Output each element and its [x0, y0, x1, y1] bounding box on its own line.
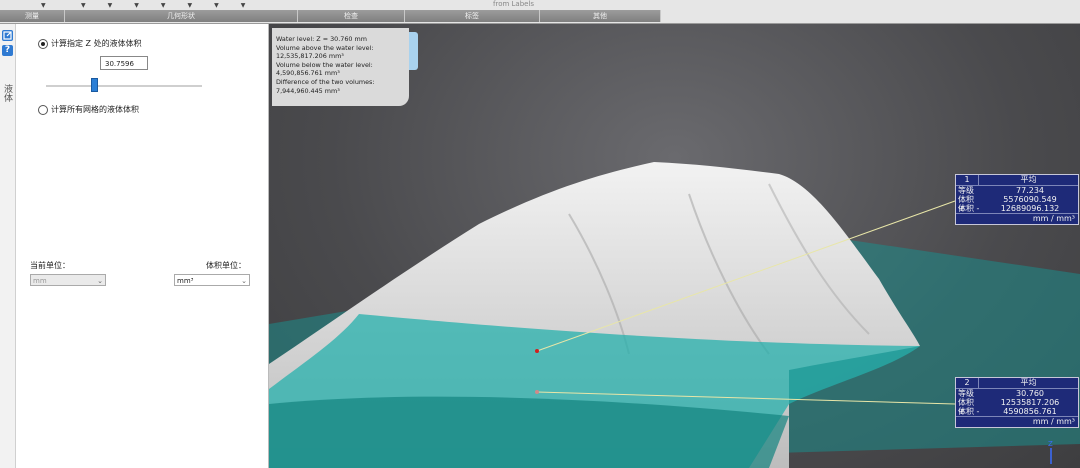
ribbon-group-measure: 测量 — [0, 10, 65, 22]
label-unit: mm / mm³ — [956, 416, 1078, 427]
label-value: 5576090.549 — [1003, 195, 1057, 204]
dropdown-arrow-icon[interactable]: ▼ — [41, 2, 46, 9]
liquid-volume-panel: 计算指定 Z 处的液体体积 30.7596 计算所有网格的液体体积 当前单位： … — [16, 24, 269, 468]
radio-unselected-icon[interactable] — [38, 104, 48, 115]
volume-label-1[interactable]: 1 平均 等级 77.234 体积 + 5576090.549 体积 - 126890… — [955, 174, 1079, 225]
info-line: Volume above the water level: — [276, 43, 374, 52]
label-value: 77.234 — [1016, 186, 1044, 195]
current-unit-select: mm ⌄ — [30, 274, 106, 286]
ribbon-group-geometry: 几何形状 — [65, 10, 298, 22]
volume-unit-value: mm³ — [177, 277, 194, 285]
info-line: 4,590,856.761 mm³ — [276, 69, 340, 78]
dropdown-arrow-icon[interactable]: ▼ — [188, 2, 193, 9]
z-slider-thumb[interactable] — [90, 78, 98, 92]
volume-unit-select[interactable]: mm³ ⌄ — [174, 274, 250, 286]
option-volume-at-z-label: 计算指定 Z 处的液体体积 — [51, 39, 142, 48]
marker-point-1[interactable] — [535, 349, 539, 353]
z-value-input[interactable]: 30.7596 — [100, 56, 148, 70]
marker-point-2[interactable] — [535, 390, 539, 394]
dropdown-arrow-icon[interactable]: ▼ — [108, 2, 113, 9]
label-key: 体积 - — [958, 204, 980, 213]
water-level-info: Water level: Z = 30.760 mm Volume above … — [272, 28, 409, 106]
info-line: 12,535,817.206 mm³ — [276, 52, 344, 61]
label-unit: mm / mm³ — [956, 213, 1078, 224]
volume-label-2[interactable]: 2 平均 等级 30.760 体积 + 12535817.206 体积 - 45908… — [955, 377, 1079, 428]
link-glyph — [3, 31, 12, 40]
label-value: 12535817.206 — [1000, 398, 1060, 407]
option-volume-all-label: 计算所有网格的液体体积 — [51, 105, 139, 114]
dropdown-arrow-icon[interactable]: ▼ — [241, 2, 246, 9]
current-unit-label: 当前单位： — [30, 261, 70, 270]
collapse-info-tab[interactable] — [409, 32, 418, 70]
label-key: 体积 - — [958, 407, 980, 416]
ribbon-toolbar: ▼ ▼ ▼ ▼ ▼ ▼ ▼ ▼ from Labels 测量 几何形状 检查 标… — [0, 0, 1080, 24]
option-volume-at-z[interactable]: 计算指定 Z 处的液体体积 — [38, 38, 142, 49]
label-stat: 平均 — [1020, 378, 1037, 387]
label-key: 等级 — [958, 389, 974, 398]
chevron-down-icon[interactable]: ⌄ — [241, 275, 247, 287]
label-value: 30.760 — [1016, 389, 1044, 398]
info-line: Difference of the two volumes: — [276, 77, 375, 86]
dropdown-arrow-icon[interactable]: ▼ — [81, 2, 86, 9]
info-line: Volume below the water level: — [276, 60, 373, 69]
z-slider-track[interactable] — [46, 85, 202, 87]
geometry-dropdowns: ▼ ▼ ▼ ▼ ▼ ▼ ▼ — [70, 0, 256, 10]
dropdown-arrow-icon[interactable]: ▼ — [134, 2, 139, 9]
ribbon-group-labels: 标签 — [405, 10, 540, 22]
help-icon[interactable]: ? — [2, 45, 13, 56]
side-dock: ? 液体 — [0, 24, 16, 468]
label-key: 等级 — [958, 186, 974, 195]
label-number: 1 — [956, 175, 979, 185]
dropdown-arrow-icon[interactable]: ▼ — [214, 2, 219, 9]
label-key: 体积 + — [958, 398, 974, 416]
option-volume-all[interactable]: 计算所有网格的液体体积 — [38, 104, 139, 115]
info-line: 7,944,960.445 mm³ — [276, 86, 340, 95]
label-value: 12689096.132 — [1000, 204, 1060, 213]
label-stat: 平均 — [1020, 175, 1037, 184]
label-number: 2 — [956, 378, 979, 388]
label-value: 4590856.761 — [1003, 407, 1057, 416]
current-unit-value: mm — [33, 277, 47, 285]
liquid-tab-label[interactable]: 液体 — [1, 84, 14, 102]
dropdown-arrow-icon[interactable]: ▼ — [161, 2, 166, 9]
measure-dropdowns: ▼ — [30, 0, 57, 10]
ribbon-group-inspect: 检查 — [298, 10, 405, 22]
radio-selected-icon[interactable] — [38, 38, 48, 49]
info-line: Water level: Z = 30.760 mm — [276, 35, 367, 43]
volume-unit-label: 体积单位： — [206, 261, 246, 270]
z-axis-label: Z — [1048, 440, 1053, 448]
chevron-down-icon: ⌄ — [97, 277, 103, 285]
ribbon-group-other: 其他 — [540, 10, 661, 22]
from-labels-button[interactable]: from Labels — [493, 0, 534, 8]
label-key: 体积 + — [958, 195, 974, 213]
link-icon[interactable] — [2, 30, 13, 41]
